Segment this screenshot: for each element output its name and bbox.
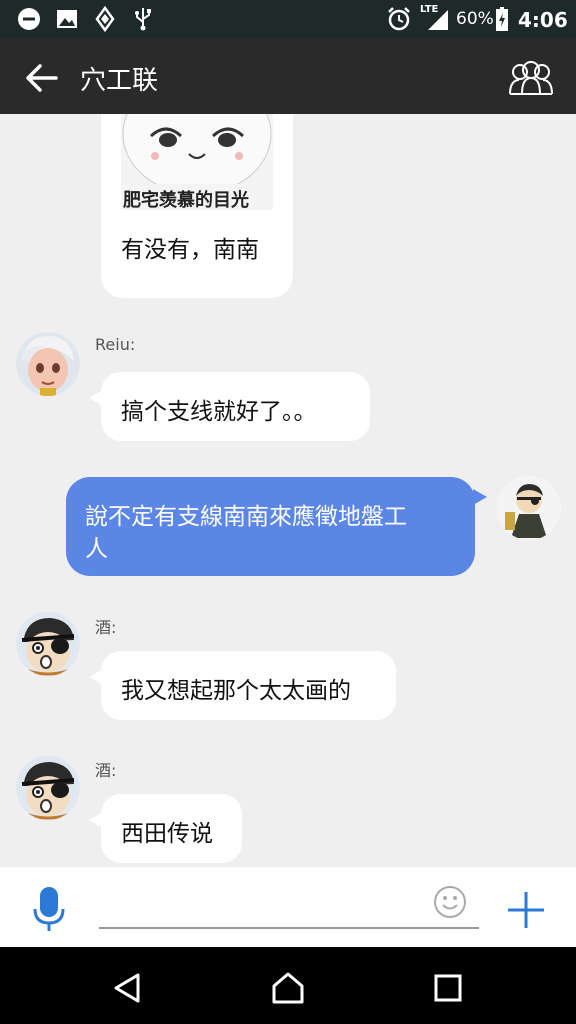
pirate-face-avatar-icon <box>16 612 80 676</box>
clock: 4:06 <box>518 8 568 32</box>
avatar-jiu[interactable] <box>16 612 80 676</box>
add-attachment-icon[interactable] <box>506 890 546 930</box>
message-bubble[interactable]: 搞个支线就好了。。 <box>89 372 370 441</box>
sticker-caption: 肥宅羡慕的目光 <box>123 190 249 210</box>
battery-charging-icon <box>496 7 508 31</box>
message-text: 我又想起那个太太画的 <box>121 678 351 704</box>
image-icon <box>57 10 77 28</box>
nav-back-icon[interactable] <box>112 972 144 1004</box>
message-input-bar <box>0 867 576 947</box>
message-list[interactable]: 肥宅羡慕的目光 有没有，南南 Reiu: 搞个支线就好了。。 說不定有支線南南來… <box>0 114 576 867</box>
message-text: 西田传说 <box>121 821 213 847</box>
sender-name: Reiu: <box>95 335 136 354</box>
signal-icon <box>428 10 448 30</box>
avatar-self[interactable] <box>497 476 561 540</box>
alarm-icon <box>388 7 410 31</box>
anime-avatar-icon <box>16 332 80 396</box>
back-arrow-icon[interactable] <box>24 62 60 94</box>
nav-recents-icon[interactable] <box>434 974 462 1002</box>
message-text: 搞个支线就好了。。 <box>121 399 317 425</box>
avatar-jiu[interactable] <box>16 756 80 820</box>
message-bubble-outgoing[interactable]: 說不定有支線南南來應徵地盤工 人 <box>66 477 487 576</box>
battery-percentage: 60% <box>456 9 494 29</box>
pirate-avatar-icon <box>497 476 561 540</box>
pirate-face-avatar-icon <box>16 756 80 820</box>
app-bar: 穴工联 <box>0 38 576 114</box>
message-text-line-1: 說不定有支線南南來應徵地盤工 <box>85 504 407 530</box>
message-bubble[interactable]: 我又想起那个太太画的 <box>89 651 396 720</box>
nav-home-icon[interactable] <box>271 971 305 1005</box>
message-text: 有没有，南南 <box>121 237 259 263</box>
app-notification-icon <box>95 6 115 32</box>
emoji-icon[interactable] <box>433 885 467 919</box>
message-input[interactable] <box>99 887 479 929</box>
sender-name: 酒: <box>95 618 117 637</box>
microphone-icon[interactable] <box>31 885 67 933</box>
do-not-disturb-icon <box>18 8 40 30</box>
group-members-icon[interactable] <box>506 56 556 98</box>
avatar-reiu[interactable] <box>16 332 80 396</box>
message-bubble[interactable]: 肥宅羡慕的目光 有没有，南南 <box>101 114 293 298</box>
message-text-line-2: 人 <box>85 536 108 562</box>
chat-title: 穴工联 <box>80 66 159 96</box>
status-bar: LTE 60% 4:06 <box>0 0 576 38</box>
sticker-image: 肥宅羡慕的目光 <box>121 114 273 210</box>
usb-icon <box>135 8 151 31</box>
sticker-face-icon <box>122 114 272 195</box>
system-navigation-bar <box>0 947 576 1024</box>
message-bubble[interactable]: 西田传说 <box>89 794 242 863</box>
sender-name: 酒: <box>95 761 117 780</box>
